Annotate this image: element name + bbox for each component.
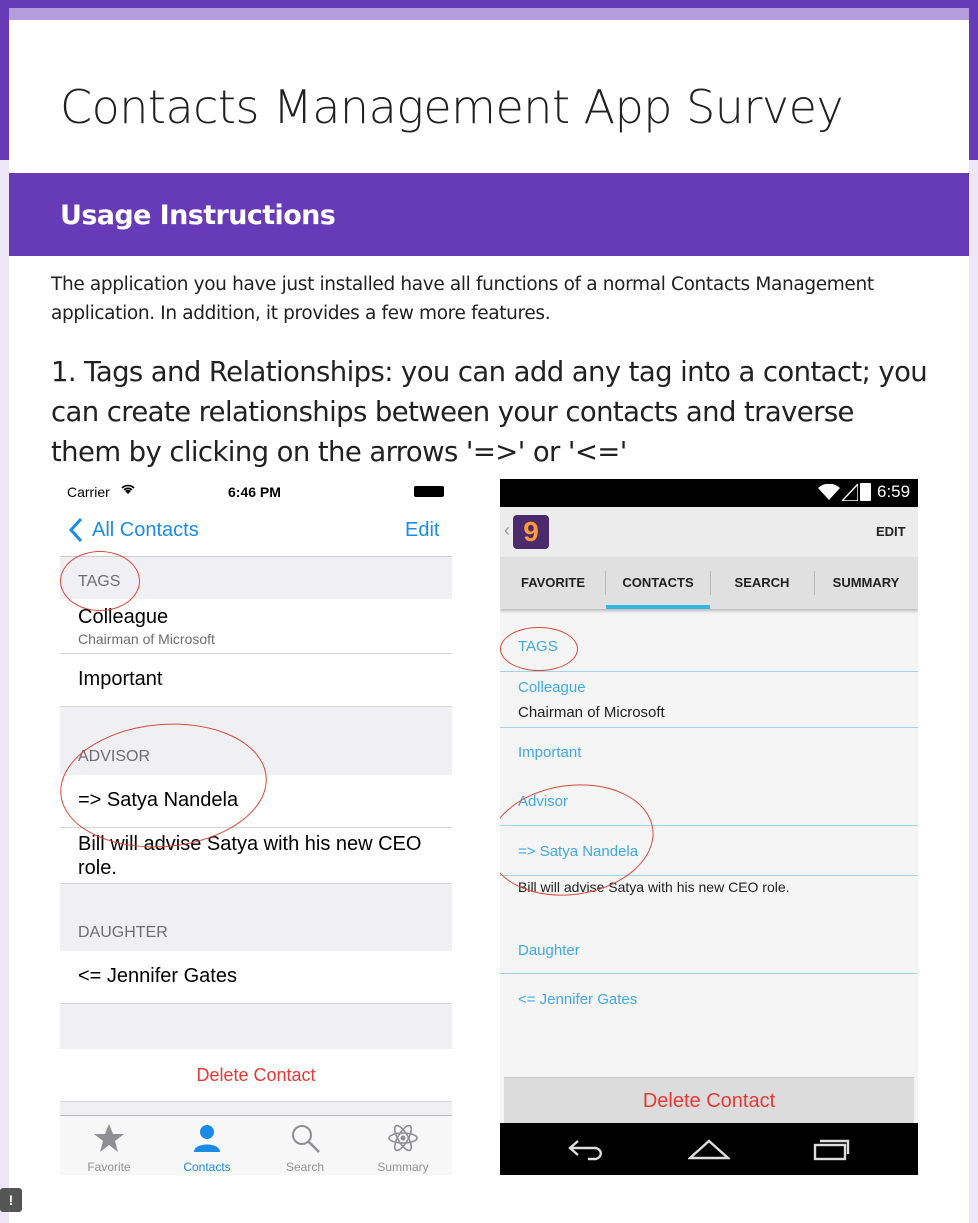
delete-contact-cell: Delete Contact (60, 1049, 452, 1102)
edit-button: Edit (405, 519, 440, 541)
magnifier-icon (292, 1125, 320, 1153)
android-action-bar: ‹ 9 EDIT (500, 507, 918, 557)
ios-tab-label: Contacts (183, 1160, 231, 1174)
delete-contact-label: Delete Contact (196, 1065, 316, 1085)
section-title: Usage Instructions (60, 200, 336, 231)
section-header: Usage Instructions (9, 173, 969, 256)
ios-tab-summary: Summary (354, 1116, 452, 1175)
daughter-link: <= Jennifer Gates (518, 991, 638, 1008)
tag-sub-label: Chairman of Microsoft (518, 704, 665, 721)
battery-icon (860, 483, 871, 501)
form-title: Contacts Management App Survey (60, 80, 844, 134)
tag-label: Important (78, 668, 163, 690)
back-caret-icon: ‹ (504, 520, 510, 540)
android-time: 6:59 (877, 482, 911, 501)
ios-tab-favorite: Favorite (60, 1116, 158, 1175)
ios-tab-label: Summary (377, 1160, 429, 1174)
app-logo: 9 (513, 515, 549, 549)
daughter-link-cell: <= Jennifer Gates (60, 951, 452, 1004)
daughter-header: DAUGHTER (78, 924, 168, 941)
signal-icon (840, 482, 859, 506)
ios-tab-contacts: Contacts (158, 1116, 256, 1175)
android-tab-favorite: FAVORITE (520, 575, 586, 590)
android-tab-summary: SUMMARY (832, 575, 900, 590)
android-tab-bar: FAVORITE CONTACTS SEARCH SUMMARY (500, 557, 918, 609)
divider (500, 727, 918, 728)
card-accent (9, 8, 969, 20)
divider (500, 973, 918, 974)
carrier-label: Carrier (67, 484, 110, 500)
annotation-circle (500, 627, 578, 671)
back-arrow-icon (568, 1140, 602, 1161)
section-description: The application you have just installed … (51, 274, 874, 324)
android-status-bar: 6:59 (500, 479, 918, 507)
ios-tab-bar: Favorite Contacts Search Summary (60, 1115, 452, 1175)
ios-tab-label: Favorite (87, 1160, 131, 1174)
android-edit-button: EDIT (876, 524, 906, 539)
android-screenshot: 6:59 ‹ 9 EDIT FAVORITE CONTACTS SEARCH S… (500, 479, 918, 1175)
wifi-icon (120, 482, 136, 499)
android-tab-contacts: CONTACTS (622, 575, 694, 590)
tag-label: Colleague (518, 679, 586, 696)
home-icon (688, 1139, 730, 1160)
wifi-icon (818, 483, 840, 506)
tag-sub-label: Chairman of Microsoft (78, 631, 215, 647)
feedback-bubble[interactable]: ! (0, 1188, 22, 1212)
star-icon (94, 1124, 124, 1152)
ios-screenshot: Carrier 6:46 PM All Contacts Edit TAGS C… (60, 477, 452, 1175)
android-nav-bar (500, 1123, 918, 1175)
annotation-circle (60, 551, 140, 611)
tag-cell-important: Important (60, 654, 452, 707)
back-button: All Contacts (92, 519, 199, 541)
battery-icon (414, 486, 444, 497)
ios-tab-search: Search (256, 1116, 354, 1175)
tag-label: Important (518, 744, 582, 761)
active-tab-indicator (606, 605, 710, 609)
atom-icon (388, 1124, 418, 1152)
android-tab-search: SEARCH (734, 575, 790, 590)
recent-apps-icon (813, 1139, 850, 1161)
ios-tab-label: Search (285, 1160, 325, 1174)
divider (500, 671, 918, 672)
android-delete-contact: Delete Contact (504, 1077, 914, 1123)
back-chevron-icon (68, 517, 84, 548)
ios-nav-bar: All Contacts Edit (60, 507, 452, 557)
person-icon (194, 1125, 220, 1152)
daughter-label: Daughter (518, 942, 580, 959)
daughter-link: <= Jennifer Gates (78, 965, 237, 987)
ios-status-bar: Carrier 6:46 PM (60, 477, 452, 507)
question-text: 1. Tags and Relationships: you can add a… (51, 356, 928, 468)
ios-time: 6:46 PM (228, 484, 281, 500)
